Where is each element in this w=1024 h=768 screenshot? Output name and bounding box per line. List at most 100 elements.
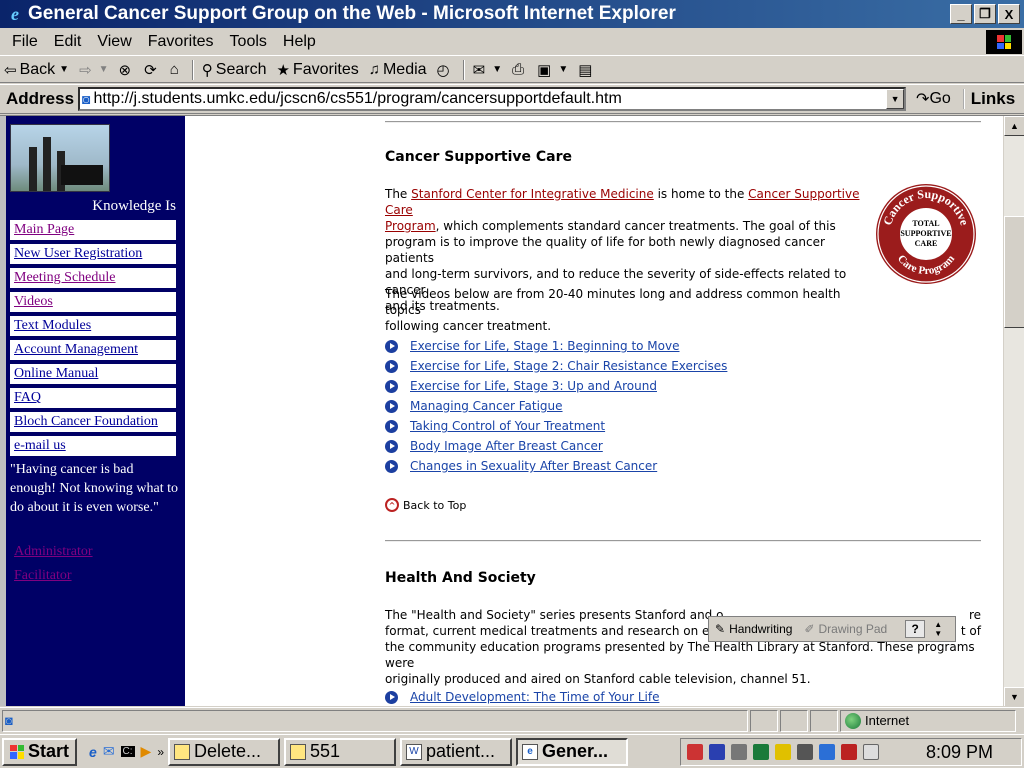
stop-button[interactable]: ⊗ bbox=[119, 61, 135, 79]
tray-app-icon[interactable] bbox=[687, 744, 703, 760]
ie-window: e General Cancer Support Group on the We… bbox=[0, 0, 1024, 768]
favorites-button[interactable]: ★ Favorites bbox=[276, 61, 358, 79]
menu-tools[interactable]: Tools bbox=[222, 33, 275, 51]
forward-arrow-icon: ⇨ bbox=[79, 61, 92, 79]
nav-email-us[interactable]: e-mail us bbox=[10, 436, 176, 456]
tray-mail-icon[interactable] bbox=[863, 744, 879, 760]
video-link[interactable]: Taking Control of Your Treatment bbox=[410, 419, 605, 433]
media-button[interactable]: ♫ Media bbox=[369, 61, 427, 79]
up-icon: ▲ bbox=[934, 620, 943, 629]
task-patient[interactable]: Wpatient... bbox=[400, 737, 513, 766]
start-button[interactable]: Start bbox=[2, 737, 78, 766]
home-icon: ⌂ bbox=[169, 61, 179, 78]
mail-dropdown-icon[interactable]: ▼ bbox=[492, 64, 502, 75]
menu-view[interactable]: View bbox=[89, 33, 139, 51]
text: format, current medical treatments and r… bbox=[385, 624, 729, 638]
list-item: Exercise for Life, Stage 3: Up and Aroun… bbox=[385, 376, 727, 396]
address-bar: Address ◙ http://j.students.umkc.edu/jcs… bbox=[0, 84, 1024, 114]
refresh-button[interactable]: ⟳ bbox=[144, 61, 160, 79]
scroll-down-icon[interactable]: ▼ bbox=[1004, 687, 1024, 706]
toolbar-options-button[interactable]: ▲ ▼ bbox=[931, 620, 945, 638]
nav-online-manual[interactable]: Online Manual bbox=[10, 364, 176, 384]
list-item: Exercise for Life, Stage 1: Beginning to… bbox=[385, 336, 727, 356]
tray-volume-icon[interactable] bbox=[775, 744, 791, 760]
video-link[interactable]: Managing Cancer Fatigue bbox=[410, 399, 563, 413]
back-button[interactable]: ⇦ Back ▼ bbox=[4, 61, 69, 79]
nav-text-modules[interactable]: Text Modules bbox=[10, 316, 176, 336]
play-bullet-icon bbox=[385, 419, 398, 433]
folder-icon bbox=[174, 743, 191, 760]
tray-security-icon[interactable] bbox=[841, 744, 857, 760]
close-button[interactable]: X bbox=[998, 4, 1020, 24]
discuss-button[interactable]: ▤ bbox=[578, 61, 595, 79]
menu-favorites[interactable]: Favorites bbox=[140, 33, 222, 51]
scroll-thumb[interactable] bbox=[1004, 216, 1024, 328]
text: The "Health and Society" series presents… bbox=[385, 608, 724, 622]
drawing-pad-icon: ✐ bbox=[804, 622, 815, 636]
links-button[interactable]: Links bbox=[962, 89, 1015, 109]
nav-videos[interactable]: Videos bbox=[10, 292, 176, 312]
restore-button[interactable]: ❐ bbox=[974, 4, 996, 24]
ie-quicklaunch-icon[interactable]: e bbox=[89, 744, 97, 760]
command-prompt-icon[interactable]: C: bbox=[120, 746, 135, 757]
video-link[interactable]: Exercise for Life, Stage 1: Beginning to… bbox=[410, 339, 680, 353]
task-delete[interactable]: Delete... bbox=[168, 737, 281, 766]
video-link[interactable]: Body Image After Breast Cancer bbox=[410, 439, 603, 453]
standard-toolbar: ⇦ Back ▼ ⇨ ▼ ⊗ ⟳ ⌂ ⚲ Search ★ Favorites … bbox=[0, 57, 1024, 83]
outlook-quicklaunch-icon[interactable]: ✉ bbox=[103, 743, 115, 760]
administrator-link[interactable]: Administrator bbox=[14, 544, 93, 560]
address-input[interactable]: ◙ http://j.students.umkc.edu/jcscn6/cs55… bbox=[78, 87, 907, 111]
edit-button[interactable]: ▣ ▼ bbox=[537, 61, 568, 79]
title-bar[interactable]: e General Cancer Support Group on the We… bbox=[0, 0, 1024, 28]
scroll-up-icon[interactable]: ▲ bbox=[1004, 116, 1024, 136]
supportive-care-program-link-cont[interactable]: Program bbox=[385, 219, 436, 233]
search-button[interactable]: ⚲ Search bbox=[202, 61, 267, 79]
favorites-label: Favorites bbox=[292, 60, 359, 78]
menu-help[interactable]: Help bbox=[275, 33, 324, 51]
drawing-pad-label: Drawing Pad bbox=[818, 622, 888, 636]
forward-button[interactable]: ⇨ ▼ bbox=[79, 61, 108, 79]
menu-file[interactable]: File bbox=[4, 33, 46, 51]
tray-antivirus-icon[interactable] bbox=[709, 744, 725, 760]
go-button[interactable]: ↷ Go bbox=[916, 89, 951, 109]
nav-bloch-cancer-foundation[interactable]: Bloch Cancer Foundation bbox=[10, 412, 176, 432]
nav-meeting-schedule[interactable]: Meeting Schedule bbox=[10, 268, 176, 288]
video-link[interactable]: Adult Development: The Time of Your Life bbox=[410, 690, 659, 704]
history-button[interactable]: ◴ bbox=[437, 61, 453, 79]
facilitator-link[interactable]: Facilitator bbox=[14, 568, 72, 584]
stanford-center-link[interactable]: Stanford Center for Integrative Medicine bbox=[411, 187, 654, 201]
task-551[interactable]: 551 bbox=[284, 737, 397, 766]
media-player-icon[interactable]: ▶ bbox=[141, 743, 152, 760]
print-button[interactable]: ⎙ bbox=[512, 61, 527, 78]
tray-dc-icon[interactable] bbox=[753, 744, 769, 760]
quick-launch: e ✉ C: ▶ » bbox=[89, 743, 164, 760]
nav-new-user-registration[interactable]: New User Registration bbox=[10, 244, 176, 264]
home-button[interactable]: ⌂ bbox=[170, 61, 182, 78]
tray-network-icon[interactable] bbox=[731, 744, 747, 760]
task-general[interactable]: e Gener... bbox=[516, 737, 629, 766]
video-link[interactable]: Changes in Sexuality After Breast Cancer bbox=[410, 459, 657, 473]
text: originally produced and aired on Stanfor… bbox=[385, 672, 811, 686]
windows-flag-icon bbox=[10, 744, 24, 759]
menu-edit[interactable]: Edit bbox=[46, 33, 90, 51]
video-link[interactable]: Exercise for Life, Stage 2: Chair Resist… bbox=[410, 359, 727, 373]
nav-account-management[interactable]: Account Management bbox=[10, 340, 176, 360]
handwriting-button[interactable]: ✎ Handwriting bbox=[709, 622, 798, 636]
forward-dropdown-icon[interactable]: ▼ bbox=[99, 64, 109, 75]
address-dropdown-icon[interactable]: ▼ bbox=[886, 89, 905, 109]
back-to-top-link[interactable]: ^ Back to Top bbox=[385, 498, 466, 512]
nav-main-page[interactable]: Main Page bbox=[10, 220, 176, 240]
quicklaunch-more-icon[interactable]: » bbox=[157, 745, 164, 759]
mail-button[interactable]: ✉ ▼ bbox=[473, 61, 502, 79]
tray-chart-icon[interactable] bbox=[819, 744, 835, 760]
drawing-pad-button[interactable]: ✐ Drawing Pad bbox=[798, 622, 893, 636]
edit-dropdown-icon[interactable]: ▼ bbox=[558, 64, 568, 75]
back-dropdown-icon[interactable]: ▼ bbox=[59, 64, 69, 75]
help-button[interactable]: ? bbox=[905, 620, 926, 638]
video-link[interactable]: Exercise for Life, Stage 3: Up and Aroun… bbox=[410, 379, 657, 393]
vertical-scrollbar[interactable]: ▲ ▼ bbox=[1003, 116, 1024, 706]
play-bullet-icon bbox=[385, 379, 398, 393]
nav-faq[interactable]: FAQ bbox=[10, 388, 176, 408]
tray-connection-icon[interactable] bbox=[797, 744, 813, 760]
minimize-button[interactable]: _ bbox=[950, 4, 972, 24]
